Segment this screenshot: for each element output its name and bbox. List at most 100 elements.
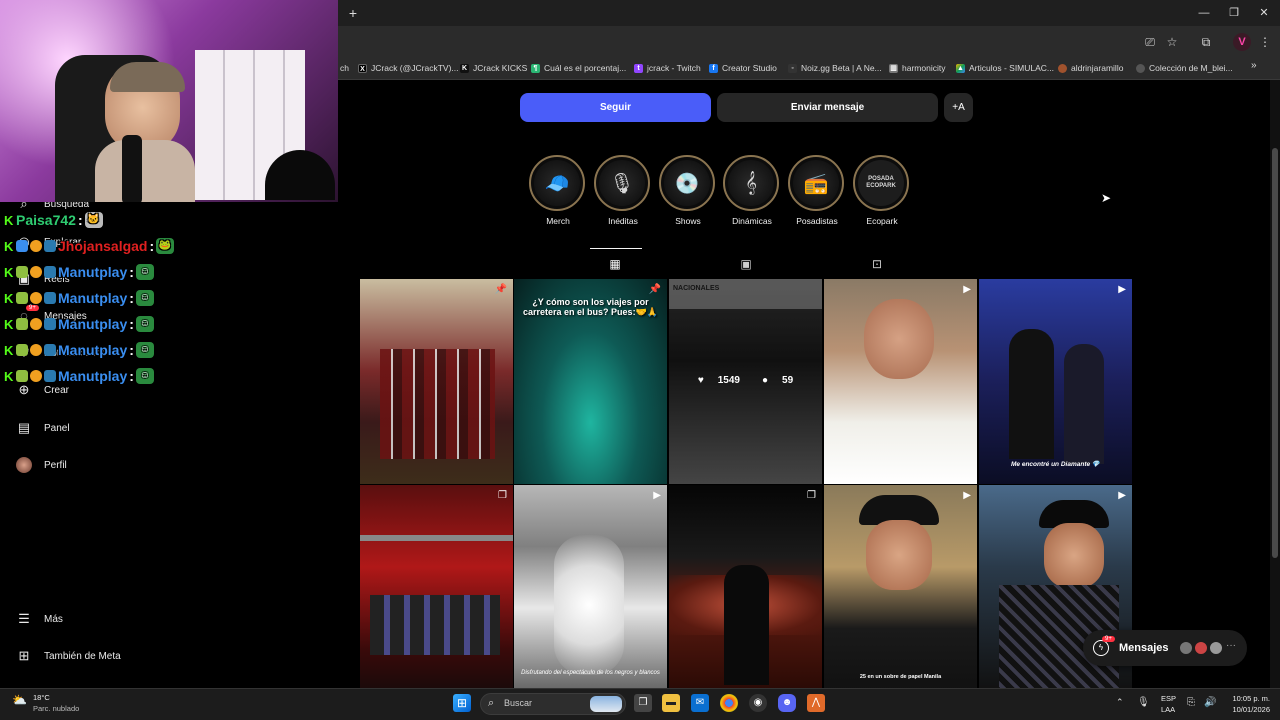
post-tile[interactable]: ❐ — [669, 485, 822, 690]
carousel-icon: ❐ — [498, 490, 507, 501]
restore-icon[interactable]: ❐ — [1224, 4, 1244, 22]
post-tile[interactable]: ¿Y cómo son los viajes por carretera en … — [514, 279, 667, 484]
network-icon[interactable]: ⎘ — [1187, 697, 1195, 708]
bookmark-item[interactable]: ch — [340, 61, 349, 75]
add-person-icon[interactable]: +A — [944, 93, 973, 122]
bookmark-item[interactable]: ¶ Cuál es el porcentaj... — [531, 61, 626, 75]
profile-icon — [1058, 63, 1067, 73]
messenger-icon: ϟ — [1093, 640, 1109, 656]
clock-time[interactable]: 10:05 p. m. — [1222, 694, 1270, 703]
chrome-icon[interactable] — [720, 694, 738, 712]
kick-icon: K — [4, 290, 14, 306]
volume-icon[interactable]: 🔊 — [1204, 697, 1216, 708]
messages-pill-badge: 9+ — [1102, 636, 1115, 642]
bookmark-item[interactable]: ◦ Noiz.gg Beta | A Ne... — [788, 61, 882, 75]
kick-icon: K — [4, 212, 14, 228]
comments-count: 59 — [782, 375, 794, 386]
bookmark-item[interactable]: Colección de M_blei... — [1136, 61, 1233, 75]
badge-icon — [30, 370, 42, 382]
highlight-merch[interactable]: 🧢 Merch — [529, 155, 587, 226]
reel-icon: ▶ — [1118, 284, 1126, 295]
chevron-up-icon[interactable]: ⌃ — [1116, 697, 1124, 708]
highlight-dinamicas[interactable]: 𝄞 Dinámicas — [723, 155, 781, 226]
reel-icon: ▶ — [1118, 490, 1126, 501]
badge-icon — [16, 318, 28, 330]
post-tile[interactable]: 📌 — [360, 279, 513, 484]
bookmarks-overflow-icon[interactable]: » — [1251, 60, 1257, 71]
heart-icon: ♥ — [697, 375, 704, 386]
browser-profile-icon[interactable]: V — [1233, 33, 1251, 51]
grid-tab-icon[interactable]: ▦ — [607, 256, 623, 272]
mouse-cursor-icon: ➤ — [1101, 191, 1112, 205]
bookmark-item[interactable]: aldrinjaramillo — [1058, 61, 1123, 75]
sidebar-item-mas[interactable]: ☰ Más — [16, 609, 63, 629]
post-tile[interactable]: Me encontré un Diamante 💎 ▶ — [979, 279, 1132, 484]
discord-icon[interactable]: ☻ — [778, 694, 796, 712]
x-icon: X — [358, 63, 367, 73]
file-explorer-icon[interactable]: ▬ — [662, 694, 680, 712]
comment-icon: ● — [762, 375, 769, 386]
highlight-shows[interactable]: 💿 Shows — [659, 155, 717, 226]
post-tile[interactable]: ▶ — [824, 279, 977, 484]
obs-icon[interactable]: ◉ — [749, 694, 767, 712]
chat-message: K Paisa742: 🐱 — [4, 211, 103, 229]
minimize-icon[interactable]: — — [1194, 4, 1214, 22]
outlook-icon[interactable]: ✉ — [691, 694, 709, 712]
radio-mic-icon: 📻 — [793, 160, 839, 206]
language-top[interactable]: ESP — [1161, 694, 1176, 703]
microphone-icon[interactable]: 🎙 — [1137, 697, 1150, 708]
new-tab-button[interactable]: + — [344, 4, 362, 22]
cap — [110, 62, 185, 92]
send-message-button[interactable]: Enviar mensaje — [717, 93, 938, 122]
frog-emote-icon: 🐸 — [156, 238, 175, 254]
sidebar-item-panel[interactable]: ▤ Panel — [16, 418, 70, 438]
app-icon[interactable]: ⋀ — [807, 694, 825, 712]
sidebar-item-perfil[interactable]: Perfil — [16, 455, 67, 475]
follow-button[interactable]: Seguir — [520, 93, 711, 122]
badge-icon — [44, 318, 56, 330]
tagged-tab-icon[interactable]: ⊡ — [869, 256, 885, 272]
ecopark-logo-icon: POSADA ECOPARK — [858, 160, 904, 206]
cast-icon[interactable]: ⎚ — [1142, 34, 1158, 50]
bookmark-item[interactable]: X JCrack (@JCrackTV)... — [358, 61, 459, 75]
highlight-ecopark[interactable]: POSADA ECOPARK Ecopark — [853, 155, 911, 226]
bookmark-item[interactable]: ▲ Articulos - SIMULAC... — [956, 61, 1054, 75]
post-tile[interactable]: ❐ — [360, 485, 513, 690]
highlight-ineditas[interactable]: 🎙 Inéditas — [594, 155, 652, 226]
avatar — [1209, 641, 1223, 655]
close-icon[interactable]: ✕ — [1254, 4, 1274, 22]
language-bottom[interactable]: LAA — [1161, 705, 1175, 714]
chat-message: K Manutplay: ☺ — [4, 263, 154, 281]
task-view-icon[interactable]: ❐ — [634, 694, 652, 712]
badge-icon — [16, 370, 28, 382]
clock-date[interactable]: 10/01/2026 — [1222, 705, 1270, 714]
pepe-emote-icon: ☺ — [135, 368, 154, 384]
facebook-icon: f — [709, 63, 718, 73]
highlight-label: Merch — [546, 216, 570, 226]
bookmark-item[interactable]: f Creator Studio — [709, 61, 777, 75]
windows-start-icon[interactable]: ⊞ — [453, 694, 471, 712]
chat-message: K Manutplay: ☺ — [4, 367, 154, 385]
highlight-posadistas[interactable]: 📻 Posadistas — [788, 155, 846, 226]
sidebar-item-meta[interactable]: ⊞ También de Meta — [16, 646, 121, 666]
badge-icon — [44, 240, 56, 252]
bookmark-item[interactable]: t jcrack - Twitch — [634, 61, 701, 75]
chat-message: K Jhojansalgad: 🐸 — [4, 237, 175, 255]
kebab-menu-icon[interactable]: ⋮ — [1257, 34, 1273, 50]
post-tile[interactable]: 25 en un sobre de papel Manila ▶ — [824, 485, 977, 690]
extensions-icon[interactable]: ⧉ — [1198, 34, 1214, 50]
bookmark-item[interactable]: K JCrack KICKS — [460, 61, 527, 75]
bookmark-star-icon[interactable]: ☆ — [1164, 34, 1180, 50]
webcam-overlay — [0, 0, 338, 202]
twitch-icon: t — [634, 63, 643, 73]
bookmark-item[interactable]: ▥ harmonicity — [889, 61, 945, 75]
badge-icon — [30, 266, 42, 278]
post-tile[interactable]: NACIONALES ♥ 1549 ● 59 — [669, 279, 822, 484]
highlight-label: Posadistas — [796, 216, 838, 226]
post-tile[interactable]: Disfrutando del espectáculo de los negro… — [514, 485, 667, 690]
kick-icon: K — [4, 316, 14, 332]
pepe-emote-icon: ☺ — [135, 316, 154, 332]
noiz-icon: ◦ — [788, 63, 797, 73]
scrollbar-thumb[interactable] — [1272, 148, 1278, 558]
reels-tab-icon[interactable]: ▣ — [738, 256, 754, 272]
